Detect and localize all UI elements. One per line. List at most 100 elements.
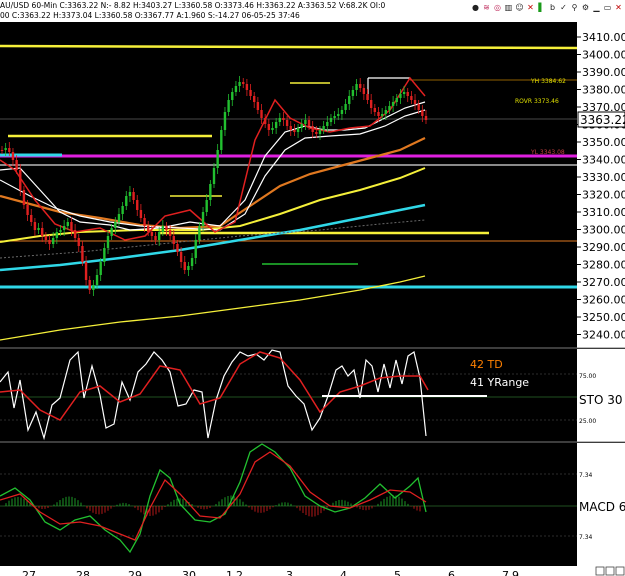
- bar-info-readout: 00 C:3363.22 H:3373.04 L:3360.58 O:3367.…: [0, 11, 300, 20]
- candle-body: [62, 226, 66, 230]
- candle-body: [99, 262, 102, 275]
- candle-body: [231, 92, 234, 100]
- candle-body: [132, 192, 135, 200]
- candle-body: [179, 252, 183, 262]
- candle-body: [249, 90, 252, 96]
- candle-body: [8, 148, 11, 152]
- candle-body: [406, 92, 409, 96]
- date-axis-label: 1: [226, 569, 233, 576]
- candle-body: [304, 120, 307, 124]
- date-axis-label: 30: [182, 569, 196, 576]
- candle-body: [33, 222, 37, 230]
- candle-body: [417, 104, 420, 110]
- candle-body: [139, 210, 143, 218]
- wave-icon[interactable]: ≋: [482, 3, 491, 12]
- candle-body: [59, 230, 62, 232]
- candle-body: [311, 126, 314, 132]
- stochastic-level-low-label: 25.00: [579, 418, 596, 425]
- price-tick-label: 3340.00: [582, 154, 625, 167]
- candle-body: [227, 100, 230, 112]
- price-pane[interactable]: [0, 22, 577, 348]
- maximize-icon[interactable]: ▭: [603, 3, 612, 12]
- scroll-button[interactable]: [605, 566, 615, 576]
- stochastic-label[interactable]: STO 30: [579, 393, 622, 407]
- eye-icon[interactable]: ●: [471, 3, 480, 12]
- candle-body: [373, 108, 377, 112]
- green-bar-icon[interactable]: ▌: [537, 3, 546, 12]
- price-tick-label: 3350.00: [582, 136, 625, 149]
- close-icon[interactable]: ✕: [614, 3, 623, 12]
- candle-body: [267, 124, 271, 130]
- candle-body: [22, 190, 26, 205]
- candle-body: [326, 122, 329, 126]
- price-tick-label: 3240.00: [582, 329, 625, 342]
- current-price-label: 3363.22: [580, 113, 625, 127]
- title-bar: AU/USD 60-Min C:3363.22 N:- 8.82 H:3403.…: [0, 0, 625, 23]
- candle-body: [37, 228, 40, 230]
- candle-body: [337, 114, 340, 116]
- price-tick-label: 3250.00: [582, 311, 625, 324]
- stochastic-level-high-label: 75.00: [579, 373, 596, 380]
- candle-body: [154, 236, 157, 240]
- price-tick-label: 3260.00: [582, 294, 625, 307]
- macd-label[interactable]: MACD 6: [579, 500, 625, 514]
- chart-area[interactable]: 3410.003400.003390.003380.003370.003360.…: [0, 22, 625, 576]
- candle-body: [190, 258, 194, 266]
- candle-body: [424, 116, 428, 120]
- macd-pane[interactable]: [0, 443, 577, 566]
- candle-body: [187, 266, 190, 270]
- candle-body: [355, 84, 358, 90]
- candle-body: [0, 150, 4, 151]
- candle-body: [366, 94, 369, 100]
- candle-body: [369, 100, 373, 108]
- candle-body: [147, 226, 150, 232]
- candle-body: [103, 248, 106, 262]
- price-tick-label: 3400.00: [582, 49, 625, 62]
- candle-body: [380, 114, 384, 116]
- candle-body: [289, 126, 292, 130]
- yrange-label: 41 YRange: [470, 376, 529, 389]
- candle-body: [391, 102, 395, 106]
- candle-body: [399, 94, 402, 98]
- bars-icon[interactable]: ▥: [504, 3, 513, 12]
- price-tick-label: 3380.00: [582, 84, 625, 97]
- candle-body: [128, 192, 132, 196]
- candle-body: [318, 130, 322, 134]
- date-axis-panel: [0, 566, 625, 576]
- gear-icon[interactable]: ⚙: [581, 3, 590, 12]
- x-icon[interactable]: ✕: [526, 3, 535, 12]
- candle-body: [88, 280, 91, 290]
- td-label: 42 TD: [470, 358, 503, 371]
- date-axis-label: 28: [76, 569, 90, 576]
- candle-body: [70, 222, 73, 230]
- candle-body: [285, 120, 289, 126]
- check-icon[interactable]: ✓: [559, 3, 568, 12]
- candle-body: [26, 205, 29, 215]
- search-icon[interactable]: ⚲: [570, 3, 579, 12]
- toolbar: ● ≋ ◎ ▥ ☺ ✕ ▌ b ✓ ⚲ ⚙ ▁ ▭ ✕: [471, 2, 623, 12]
- candle-body: [216, 150, 219, 168]
- candle-body: [274, 122, 278, 128]
- date-axis-label: 6: [448, 569, 455, 576]
- candle-body: [194, 240, 197, 258]
- people-icon[interactable]: ☺: [515, 3, 524, 12]
- candle-body: [307, 120, 311, 126]
- candle-body: [413, 100, 417, 104]
- minimize-icon[interactable]: ▁: [592, 3, 601, 12]
- candle-body: [351, 90, 355, 96]
- candle-body: [81, 246, 84, 262]
- candle-body: [263, 118, 267, 124]
- b-icon[interactable]: b: [548, 3, 557, 12]
- candle-body: [15, 160, 18, 170]
- candle-body: [340, 110, 344, 114]
- scroll-button[interactable]: [615, 566, 625, 576]
- candle-body: [220, 130, 223, 150]
- candle-body: [234, 86, 238, 92]
- date-axis-label: 9: [512, 569, 519, 576]
- candle-body: [168, 230, 172, 236]
- candle-body: [106, 236, 110, 248]
- circles-icon[interactable]: ◎: [493, 3, 502, 12]
- candle-body: [344, 104, 347, 110]
- candle-body: [73, 230, 77, 238]
- scroll-button[interactable]: [595, 566, 605, 576]
